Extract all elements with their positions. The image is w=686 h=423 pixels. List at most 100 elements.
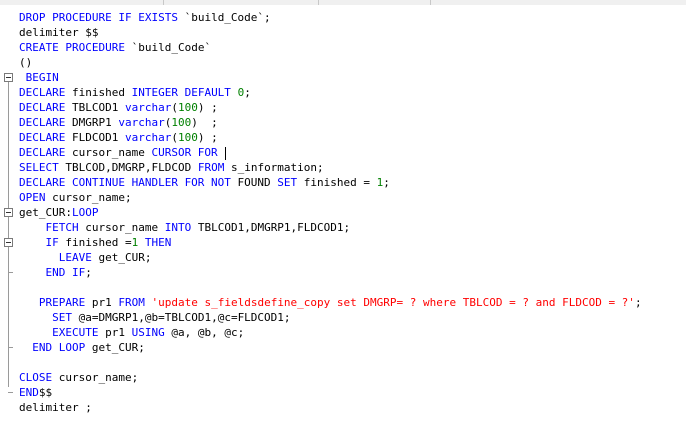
tab-divider (163, 0, 164, 5)
code-token: ; (634, 296, 642, 309)
code-token: FROM (197, 161, 225, 174)
code-token: INTO (164, 221, 192, 234)
code-token: CREATE PROCEDURE (19, 41, 125, 54)
code-token: FLDCOD1 (65, 131, 125, 144)
code-token: DECLARE (19, 131, 66, 144)
code-token: ) ; (197, 101, 218, 114)
tab-divider (430, 0, 431, 5)
code-token: DMGRP1 (65, 116, 119, 129)
text-cursor (225, 146, 227, 160)
code-token: 100 (177, 101, 198, 114)
code-token: INTEGER DEFAULT (131, 86, 231, 99)
code-token: finished = (58, 236, 132, 249)
code-line[interactable]: EXECUTE pr1 USING @a, @b, @c; (19, 325, 686, 340)
code-token: SET (277, 176, 298, 189)
code-line[interactable]: PREPARE pr1 FROM 'update s_fieldsdefine_… (19, 295, 686, 310)
code-token: CLOSE (19, 371, 53, 384)
code-token: LOOP (71, 206, 99, 219)
code-line[interactable]: DECLARE CONTINUE HANDLER FOR NOT FOUND S… (19, 175, 686, 190)
fold-toggle-if-icon[interactable] (4, 238, 13, 247)
code-line[interactable]: LEAVE get_CUR; (19, 250, 686, 265)
code-line[interactable]: DECLARE cursor_name CURSOR FOR (19, 145, 686, 160)
code-token: EXECUTE (52, 326, 99, 339)
code-line[interactable]: OPEN cursor_name; (19, 190, 686, 205)
code-token: cursor_name; (52, 371, 139, 384)
fold-toggle-begin-icon[interactable] (4, 73, 13, 82)
code-token: TBLCOD1,DMGRP1,FLDCOD1; (191, 221, 351, 234)
code-line[interactable]: DECLARE TBLCOD1 varchar(100) ; (19, 100, 686, 115)
editor-tab-strip (0, 0, 686, 5)
fold-end-marker (8, 272, 13, 273)
code-token: CURSOR FOR (151, 146, 218, 159)
code-token: 100 (177, 131, 198, 144)
code-token: varchar (124, 131, 172, 144)
code-token: ; (383, 176, 390, 189)
code-line[interactable]: delimiter $$ (19, 25, 686, 40)
code-token: USING (131, 326, 165, 339)
code-line[interactable]: END$$ (19, 385, 686, 400)
code-line[interactable]: DECLARE finished INTEGER DEFAULT 0; (19, 85, 686, 100)
code-token: ( (171, 131, 178, 144)
code-line[interactable]: get_CUR:LOOP (19, 205, 686, 220)
code-token: 'update s_fieldsdefine_copy set DMGRP= ?… (151, 296, 635, 309)
code-line[interactable]: SELECT TBLCOD,DMGRP,FLDCOD FROM s_inform… (19, 160, 686, 175)
code-line[interactable]: () (19, 55, 686, 70)
code-line[interactable]: FETCH cursor_name INTO TBLCOD1,DMGRP1,FL… (19, 220, 686, 235)
code-line[interactable] (19, 280, 686, 295)
code-token: delimiter $$ (19, 26, 99, 39)
code-token: FROM (118, 296, 145, 309)
code-token: FOUND (230, 176, 278, 189)
code-line[interactable]: END IF; (19, 265, 686, 280)
code-token: cursor_name (65, 146, 152, 159)
code-line[interactable]: DECLARE FLDCOD1 varchar(100) ; (19, 130, 686, 145)
code-token: PREPARE (38, 296, 86, 309)
code-token: delimiter ; (19, 401, 92, 414)
code-token: DROP PROCEDURE IF EXISTS (19, 11, 178, 24)
code-token: DECLARE CONTINUE HANDLER FOR NOT (19, 176, 231, 189)
code-token: `build_Code` (124, 41, 212, 54)
code-line[interactable]: CLOSE cursor_name; (19, 370, 686, 385)
code-token: DECLARE (19, 86, 66, 99)
code-token: FETCH (45, 221, 79, 234)
code-line[interactable]: IF finished =1 THEN (19, 235, 686, 250)
code-token: s_information; (224, 161, 324, 174)
code-token: ; (244, 86, 251, 99)
code-token: END IF (45, 266, 86, 279)
code-token: cursor_name (78, 221, 165, 234)
code-token: END LOOP (32, 341, 86, 354)
code-line[interactable] (19, 355, 686, 370)
code-token: IF (45, 236, 59, 249)
code-token: ( (171, 101, 178, 114)
code-text-area[interactable]: DROP PROCEDURE IF EXISTS `build_Code`; de… (19, 10, 686, 415)
code-token: @a=DMGRP1,@b=TBLCOD1,@c=FLDCOD1; (72, 311, 291, 324)
code-token: finished = (297, 176, 377, 189)
code-token: pr1 (85, 296, 119, 309)
code-token: pr1 (98, 326, 132, 339)
code-line[interactable]: delimiter ; (19, 400, 686, 415)
code-token: ) ; (191, 116, 218, 129)
fold-guide-line (8, 82, 9, 387)
code-token: $$ (38, 386, 53, 399)
code-token: get_CUR; (85, 341, 145, 354)
code-line[interactable]: SET @a=DMGRP1,@b=TBLCOD1,@c=FLDCOD1; (19, 310, 686, 325)
code-token: varchar (124, 101, 172, 114)
code-token: @a, @b, @c; (164, 326, 245, 339)
code-line[interactable]: BEGIN (19, 70, 686, 85)
code-line[interactable]: CREATE PROCEDURE `build_Code` (19, 40, 686, 55)
fold-end-marker (8, 392, 13, 393)
code-line[interactable]: DROP PROCEDURE IF EXISTS `build_Code`; (19, 10, 686, 25)
code-line[interactable]: DECLARE DMGRP1 varchar(100) ; (19, 115, 686, 130)
code-line[interactable]: END LOOP get_CUR; (19, 340, 686, 355)
code-token: SET (52, 311, 72, 324)
code-token: DECLARE (19, 116, 66, 129)
fold-toggle-loop-icon[interactable] (4, 208, 13, 217)
code-token: ) ; (197, 131, 218, 144)
sql-code-editor[interactable]: DROP PROCEDURE IF EXISTS `build_Code`; de… (0, 0, 686, 423)
